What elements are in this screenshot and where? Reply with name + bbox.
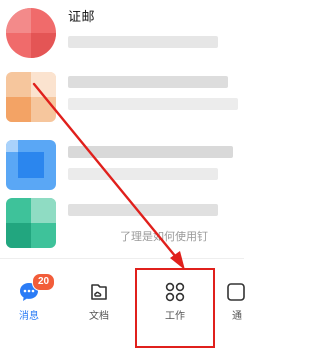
annotation-arrow xyxy=(32,82,185,270)
